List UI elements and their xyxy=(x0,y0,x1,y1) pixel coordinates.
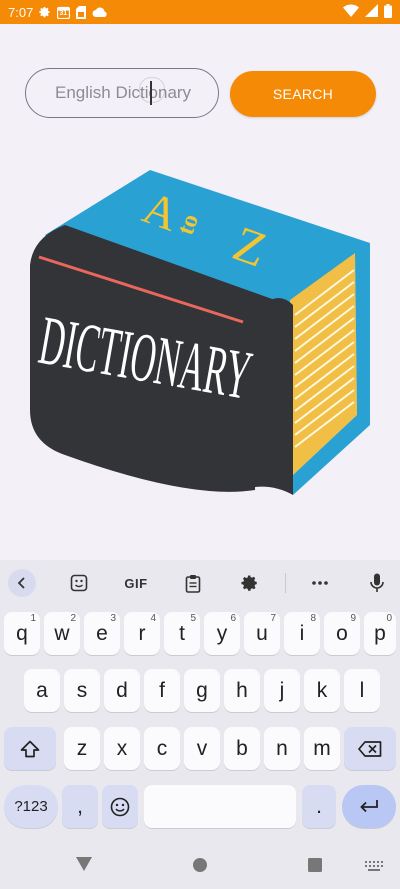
sticker-icon[interactable] xyxy=(65,569,93,597)
settings-icon[interactable] xyxy=(236,569,264,597)
search-placeholder: English Dictionary xyxy=(55,83,192,102)
search-button-label: SEARCH xyxy=(272,86,334,102)
key-x[interactable]: x xyxy=(104,727,140,770)
key-l[interactable]: l xyxy=(344,669,380,712)
backspace-key[interactable] xyxy=(344,727,396,770)
emoji-icon xyxy=(110,797,130,816)
signal-icon xyxy=(365,4,378,20)
key-s[interactable]: s xyxy=(64,669,100,712)
key-f[interactable]: f xyxy=(144,669,180,712)
key-p[interactable]: p0 xyxy=(364,612,396,655)
soft-keyboard: GIF q1 w2 e3 r4 t5 y6 u7 i8 o9 p0 a s d … xyxy=(0,560,400,845)
key-y[interactable]: y6 xyxy=(204,612,240,655)
key-q[interactable]: q1 xyxy=(4,612,40,655)
shift-key[interactable] xyxy=(4,727,56,770)
sim-card-icon xyxy=(76,5,87,19)
comma-key[interactable]: , xyxy=(62,785,98,828)
calendar-day: 31 xyxy=(59,9,68,17)
key-b[interactable]: b xyxy=(224,727,260,770)
battery-icon xyxy=(384,3,392,21)
keyboard-toolbar: GIF xyxy=(0,560,400,606)
home-circle-icon[interactable] xyxy=(193,858,207,877)
status-bar: 7:07 31 xyxy=(0,0,400,24)
book-spine-curve xyxy=(255,297,293,495)
keyboard-switch-icon[interactable] xyxy=(365,860,383,878)
period-key[interactable]: . xyxy=(302,785,336,828)
key-m[interactable]: m xyxy=(304,727,340,770)
dictionary-book-image: DICTIONARY A to Z xyxy=(30,170,370,495)
key-v[interactable]: v xyxy=(184,727,220,770)
navigation-bar xyxy=(0,845,400,889)
key-t[interactable]: t5 xyxy=(164,612,200,655)
text-cursor-handle[interactable] xyxy=(139,77,165,103)
key-r[interactable]: r4 xyxy=(124,612,160,655)
emoji-key[interactable] xyxy=(102,785,138,828)
key-a[interactable]: a xyxy=(24,669,60,712)
cloud-icon xyxy=(92,7,107,17)
gif-label: GIF xyxy=(124,575,148,591)
key-w[interactable]: w2 xyxy=(44,612,80,655)
key-o[interactable]: o9 xyxy=(324,612,360,655)
key-e[interactable]: e3 xyxy=(84,612,120,655)
key-c[interactable]: c xyxy=(144,727,180,770)
key-d[interactable]: d xyxy=(104,669,140,712)
key-k[interactable]: k xyxy=(304,669,340,712)
symbols-key[interactable]: ?123 xyxy=(4,785,58,828)
clipboard-icon[interactable] xyxy=(179,569,207,597)
enter-arrow-icon xyxy=(360,799,378,812)
toolbar-divider xyxy=(285,573,286,593)
key-u[interactable]: u7 xyxy=(244,612,280,655)
back-triangle-icon[interactable] xyxy=(76,857,92,876)
back-arrow-icon[interactable] xyxy=(8,569,36,597)
backspace-icon xyxy=(358,740,382,757)
key-g[interactable]: g xyxy=(184,669,220,712)
gif-icon[interactable]: GIF xyxy=(120,569,152,597)
key-h[interactable]: h xyxy=(224,669,260,712)
text-cursor xyxy=(150,81,152,105)
wifi-icon xyxy=(343,4,359,20)
space-key[interactable] xyxy=(144,785,296,828)
microphone-icon[interactable] xyxy=(363,569,391,597)
more-icon[interactable] xyxy=(306,569,334,597)
recents-square-icon[interactable] xyxy=(308,858,322,877)
gear-icon xyxy=(39,6,51,18)
shift-icon xyxy=(20,740,40,757)
key-n[interactable]: n xyxy=(264,727,300,770)
key-z[interactable]: z xyxy=(64,727,100,770)
key-i[interactable]: i8 xyxy=(284,612,320,655)
search-input[interactable]: English Dictionary xyxy=(25,68,219,118)
calendar-icon: 31 xyxy=(57,6,71,19)
status-time: 7:07 xyxy=(8,4,34,20)
enter-key[interactable] xyxy=(342,785,396,828)
search-button[interactable]: SEARCH xyxy=(230,71,376,117)
key-j[interactable]: j xyxy=(264,669,300,712)
